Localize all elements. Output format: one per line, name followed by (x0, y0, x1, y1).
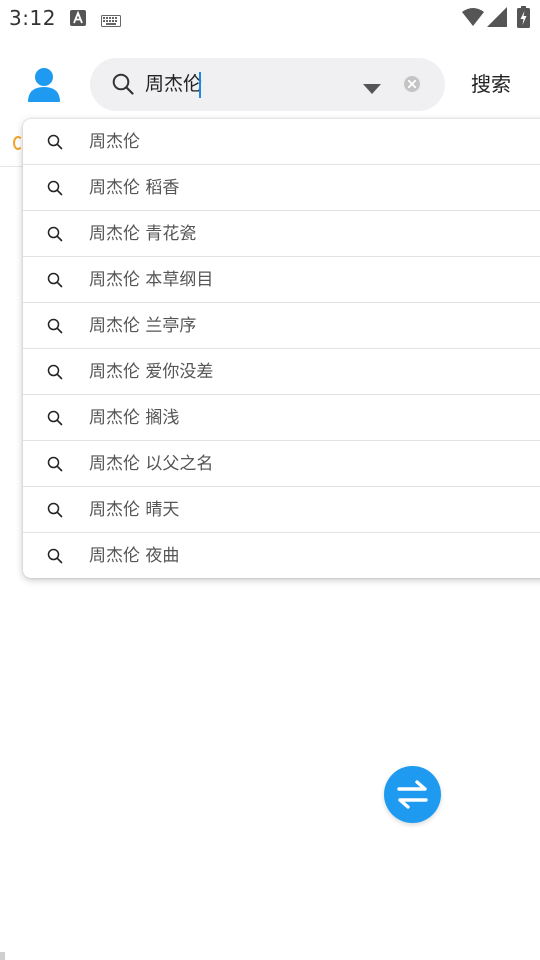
suggestion-label: 周杰伦 稻香 (89, 178, 180, 198)
search-icon (112, 73, 134, 99)
suggestion-label: 周杰伦 兰亭序 (89, 316, 197, 336)
search-icon (47, 134, 63, 154)
dropdown-triangle-icon[interactable] (363, 79, 381, 98)
suggestion-label: 周杰伦 青花瓷 (89, 224, 197, 244)
clear-circle-icon[interactable] (403, 75, 421, 93)
search-icon (47, 456, 63, 476)
search-box[interactable]: 周杰伦 (90, 58, 445, 111)
suggestion-item[interactable]: 周杰伦 爱你没差 (23, 349, 540, 395)
screen: 3:12 周杰伦 搜索 周杰伦 周杰伦 稻香 周杰伦 青花瓷 周杰伦 本草纲目 … (0, 0, 540, 960)
suggestion-label: 周杰伦 (89, 132, 140, 152)
suggestion-item[interactable]: 周杰伦 青花瓷 (23, 211, 540, 257)
suggestion-item[interactable]: 周杰伦 稻香 (23, 165, 540, 211)
suggestion-label: 周杰伦 搁浅 (89, 408, 180, 428)
edge-marker (0, 952, 5, 960)
search-icon (47, 226, 63, 246)
suggestion-item[interactable]: 周杰伦 (23, 119, 540, 165)
search-icon (47, 364, 63, 384)
suggestion-item[interactable]: 周杰伦 搁浅 (23, 395, 540, 441)
suggestion-item[interactable]: 周杰伦 本草纲目 (23, 257, 540, 303)
search-icon (47, 410, 63, 430)
search-icon (47, 548, 63, 568)
user-avatar-icon (28, 68, 60, 102)
suggestion-item[interactable]: 周杰伦 夜曲 (23, 533, 540, 578)
switch-arrows-icon (397, 780, 428, 809)
status-bar: 3:12 (0, 0, 540, 36)
suggestion-label: 周杰伦 晴天 (89, 500, 180, 520)
search-icon (47, 180, 63, 200)
suggestion-label: 周杰伦 以父之名 (89, 454, 214, 474)
user-avatar-button[interactable] (26, 66, 62, 104)
suggestion-item[interactable]: 周杰伦 以父之名 (23, 441, 540, 487)
keyboard-icon (101, 12, 121, 31)
search-input[interactable]: 周杰伦 (145, 71, 202, 98)
suggestion-item[interactable]: 周杰伦 兰亭序 (23, 303, 540, 349)
search-icon (47, 272, 63, 292)
text-caret (199, 72, 201, 98)
background-divider (0, 166, 24, 167)
signal-icon (487, 7, 507, 31)
suggestion-label: 周杰伦 夜曲 (89, 546, 180, 566)
a-notification-icon (70, 10, 86, 30)
switch-fab-button[interactable] (384, 766, 441, 823)
search-icon (47, 502, 63, 522)
status-time: 3:12 (9, 6, 56, 30)
battery-charging-icon (517, 6, 530, 32)
suggestion-item[interactable]: 周杰伦 晴天 (23, 487, 540, 533)
search-button[interactable]: 搜索 (460, 66, 522, 102)
wifi-icon (462, 7, 484, 31)
background-tab-edge (13, 136, 23, 150)
suggestion-label: 周杰伦 爱你没差 (89, 362, 214, 382)
suggestion-dropdown: 周杰伦周杰伦 稻香 周杰伦 青花瓷 周杰伦 本草纲目 周杰伦 兰亭序 周杰伦 爱你没差周… (23, 119, 540, 578)
suggestion-label: 周杰伦 本草纲目 (89, 270, 214, 290)
search-icon (47, 318, 63, 338)
